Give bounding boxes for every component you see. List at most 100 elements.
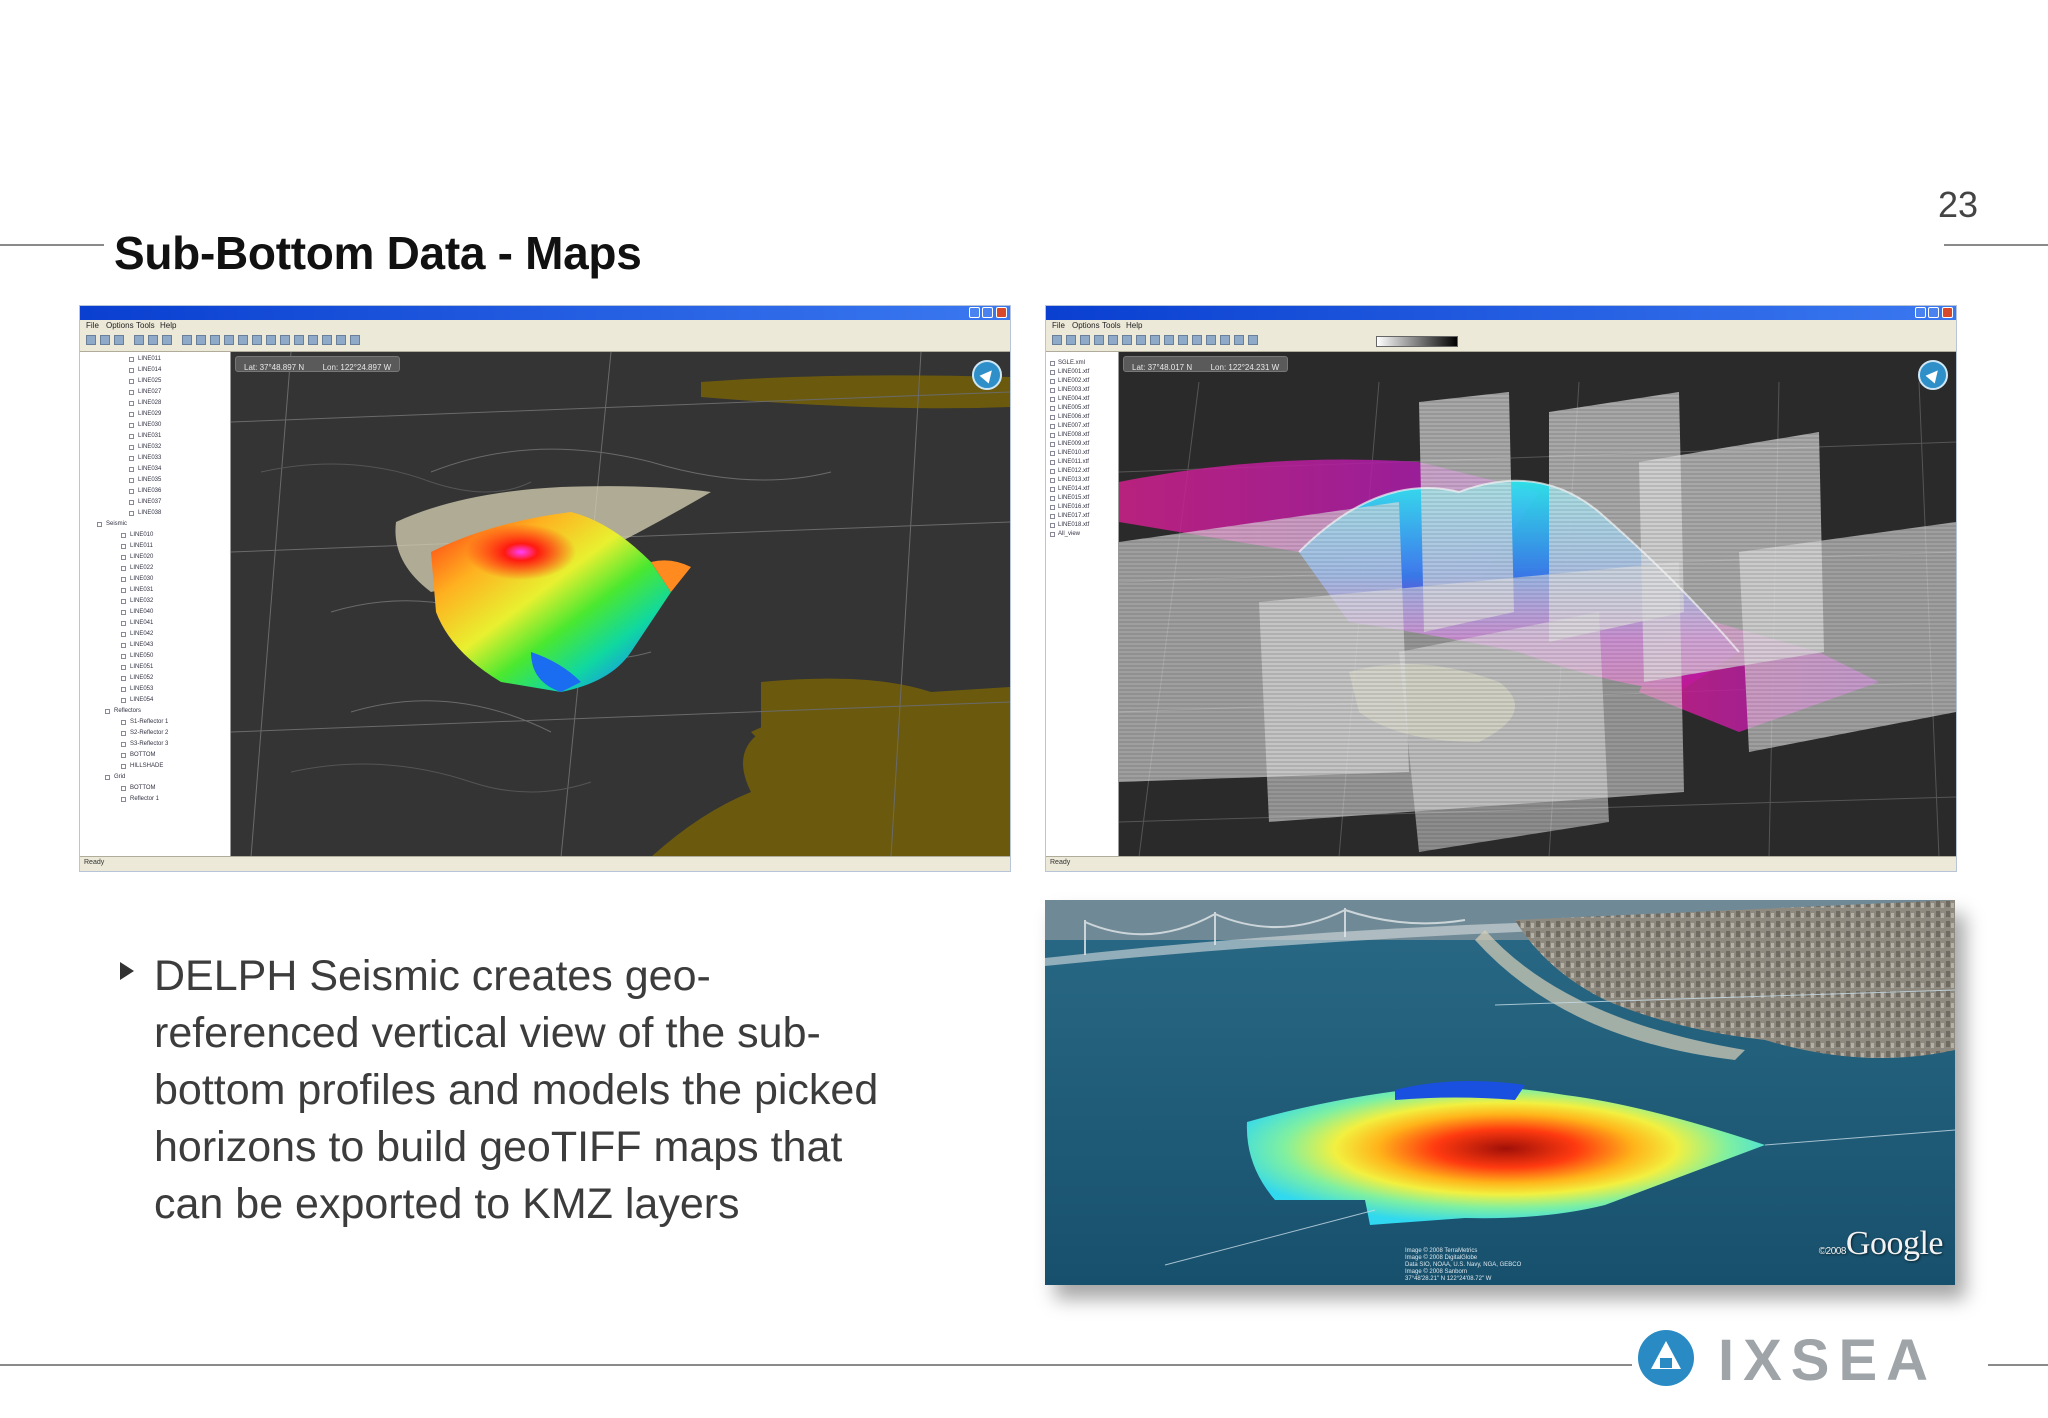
tree-expander-icon[interactable]	[121, 731, 126, 736]
tree-item[interactable]: LINE015.xtf	[1058, 495, 1089, 501]
menu-options[interactable]: Options	[1072, 321, 1100, 330]
tree-expander-icon[interactable]	[121, 599, 126, 604]
tree-item[interactable]: SGLE.xml	[1058, 360, 1085, 366]
tree-expander-icon[interactable]	[121, 533, 126, 538]
toolbar-button[interactable]	[308, 335, 318, 345]
checkbox-icon[interactable]	[1050, 424, 1055, 429]
checkbox-icon[interactable]	[1050, 532, 1055, 537]
tree-expander-icon[interactable]	[121, 588, 126, 593]
minimize-icon[interactable]	[969, 307, 980, 318]
toolbar-button[interactable]	[162, 335, 172, 345]
toolbar-button[interactable]	[1150, 335, 1160, 345]
tree-item[interactable]: LINE032	[130, 598, 153, 604]
tree-item[interactable]: LINE042	[130, 631, 153, 637]
tree-expander-icon[interactable]	[129, 412, 134, 417]
tree-item[interactable]: LINE013.xtf	[1058, 477, 1089, 483]
layer-tree[interactable]: LINE011 LINE014 LINE025 LINE027 LINE028 LINE0…	[80, 352, 231, 857]
menu-tools[interactable]: Tools	[1102, 321, 1121, 330]
tree-item[interactable]: LINE052	[130, 675, 153, 681]
checkbox-icon[interactable]	[1050, 442, 1055, 447]
tree-expander-icon[interactable]	[105, 775, 110, 780]
tree-item[interactable]: LINE007.xtf	[1058, 423, 1089, 429]
compass-icon[interactable]	[1918, 360, 1948, 390]
tree-item[interactable]: BOTTOM	[130, 785, 156, 791]
maximize-icon[interactable]	[982, 307, 993, 318]
tree-expander-icon[interactable]	[121, 544, 126, 549]
tree-item[interactable]: LINE030	[130, 576, 153, 582]
tree-item[interactable]: LINE041	[130, 620, 153, 626]
menu-file[interactable]: File	[86, 321, 99, 330]
tree-item[interactable]: LINE053	[130, 686, 153, 692]
tree-item[interactable]: LINE017.xtf	[1058, 513, 1089, 519]
checkbox-icon[interactable]	[1050, 397, 1055, 402]
tree-item[interactable]: LINE037	[138, 499, 161, 505]
tree-expander-icon[interactable]	[121, 764, 126, 769]
tree-expander-icon[interactable]	[121, 676, 126, 681]
tree-item[interactable]: LINE029	[138, 411, 161, 417]
tree-expander-icon[interactable]	[129, 401, 134, 406]
tree-item[interactable]: LINE040	[130, 609, 153, 615]
tree-expander-icon[interactable]	[121, 742, 126, 747]
toolbar-button[interactable]	[294, 335, 304, 345]
tree-expander-icon[interactable]	[121, 610, 126, 615]
checkbox-icon[interactable]	[1050, 514, 1055, 519]
tree-item[interactable]: BOTTOM	[130, 752, 156, 758]
close-icon[interactable]	[996, 307, 1007, 318]
close-icon[interactable]	[1942, 307, 1953, 318]
tree-expander-icon[interactable]	[129, 478, 134, 483]
tree-item[interactable]: HILLSHADE	[130, 763, 163, 769]
tree-item[interactable]: LINE014.xtf	[1058, 486, 1089, 492]
tree-item[interactable]: Seismic	[106, 521, 127, 527]
toolbar-button[interactable]	[252, 335, 262, 345]
tree-expander-icon[interactable]	[129, 489, 134, 494]
tree-item[interactable]: LINE006.xtf	[1058, 414, 1089, 420]
checkbox-icon[interactable]	[1050, 370, 1055, 375]
toolbar-button[interactable]	[1080, 335, 1090, 345]
tree-expander-icon[interactable]	[121, 720, 126, 725]
tree-expander-icon[interactable]	[121, 786, 126, 791]
tree-item[interactable]: LINE032	[138, 444, 161, 450]
checkbox-icon[interactable]	[1050, 460, 1055, 465]
toolbar-button[interactable]	[196, 335, 206, 345]
tree-item[interactable]: LINE036	[138, 488, 161, 494]
checkbox-icon[interactable]	[1050, 523, 1055, 528]
menu-options[interactable]: Options	[106, 321, 134, 330]
checkbox-icon[interactable]	[1050, 451, 1055, 456]
tree-item[interactable]: All_view	[1058, 531, 1080, 537]
tree-item[interactable]: LINE034	[138, 466, 161, 472]
tree-expander-icon[interactable]	[121, 698, 126, 703]
tree-expander-icon[interactable]	[129, 368, 134, 373]
minimize-icon[interactable]	[1915, 307, 1926, 318]
toolbar-button[interactable]	[238, 335, 248, 345]
tree-item[interactable]: LINE010.xtf	[1058, 450, 1089, 456]
compass-icon[interactable]	[972, 360, 1002, 390]
tree-item[interactable]: LINE011	[130, 543, 153, 549]
tree-item[interactable]: LINE050	[130, 653, 153, 659]
tree-expander-icon[interactable]	[121, 555, 126, 560]
tree-expander-icon[interactable]	[121, 621, 126, 626]
tree-expander-icon[interactable]	[121, 797, 126, 802]
tree-expander-icon[interactable]	[97, 522, 102, 527]
tree-expander-icon[interactable]	[121, 566, 126, 571]
toolbar-button[interactable]	[114, 335, 124, 345]
file-tree[interactable]: SGLE.xml LINE001.xtf LINE002.xtf LINE003.xt…	[1046, 352, 1119, 857]
toolbar-button[interactable]	[1206, 335, 1216, 345]
tree-item[interactable]: LINE004.xtf	[1058, 396, 1089, 402]
toolbar-button[interactable]	[100, 335, 110, 345]
toolbar-button[interactable]	[182, 335, 192, 345]
checkbox-icon[interactable]	[1050, 415, 1055, 420]
maximize-icon[interactable]	[1928, 307, 1939, 318]
tree-item[interactable]: LINE011.xtf	[1058, 459, 1089, 465]
checkbox-icon[interactable]	[1050, 505, 1055, 510]
toolbar-button[interactable]	[1108, 335, 1118, 345]
toolbar-button[interactable]	[1164, 335, 1174, 345]
tree-item[interactable]: LINE051	[130, 664, 153, 670]
tree-expander-icon[interactable]	[121, 654, 126, 659]
tree-item[interactable]: LINE020	[130, 554, 153, 560]
tree-item[interactable]: LINE031	[138, 433, 161, 439]
toolbar-button[interactable]	[1248, 335, 1258, 345]
toolbar-button[interactable]	[148, 335, 158, 345]
checkbox-icon[interactable]	[1050, 487, 1055, 492]
checkbox-icon[interactable]	[1050, 379, 1055, 384]
tree-expander-icon[interactable]	[129, 379, 134, 384]
